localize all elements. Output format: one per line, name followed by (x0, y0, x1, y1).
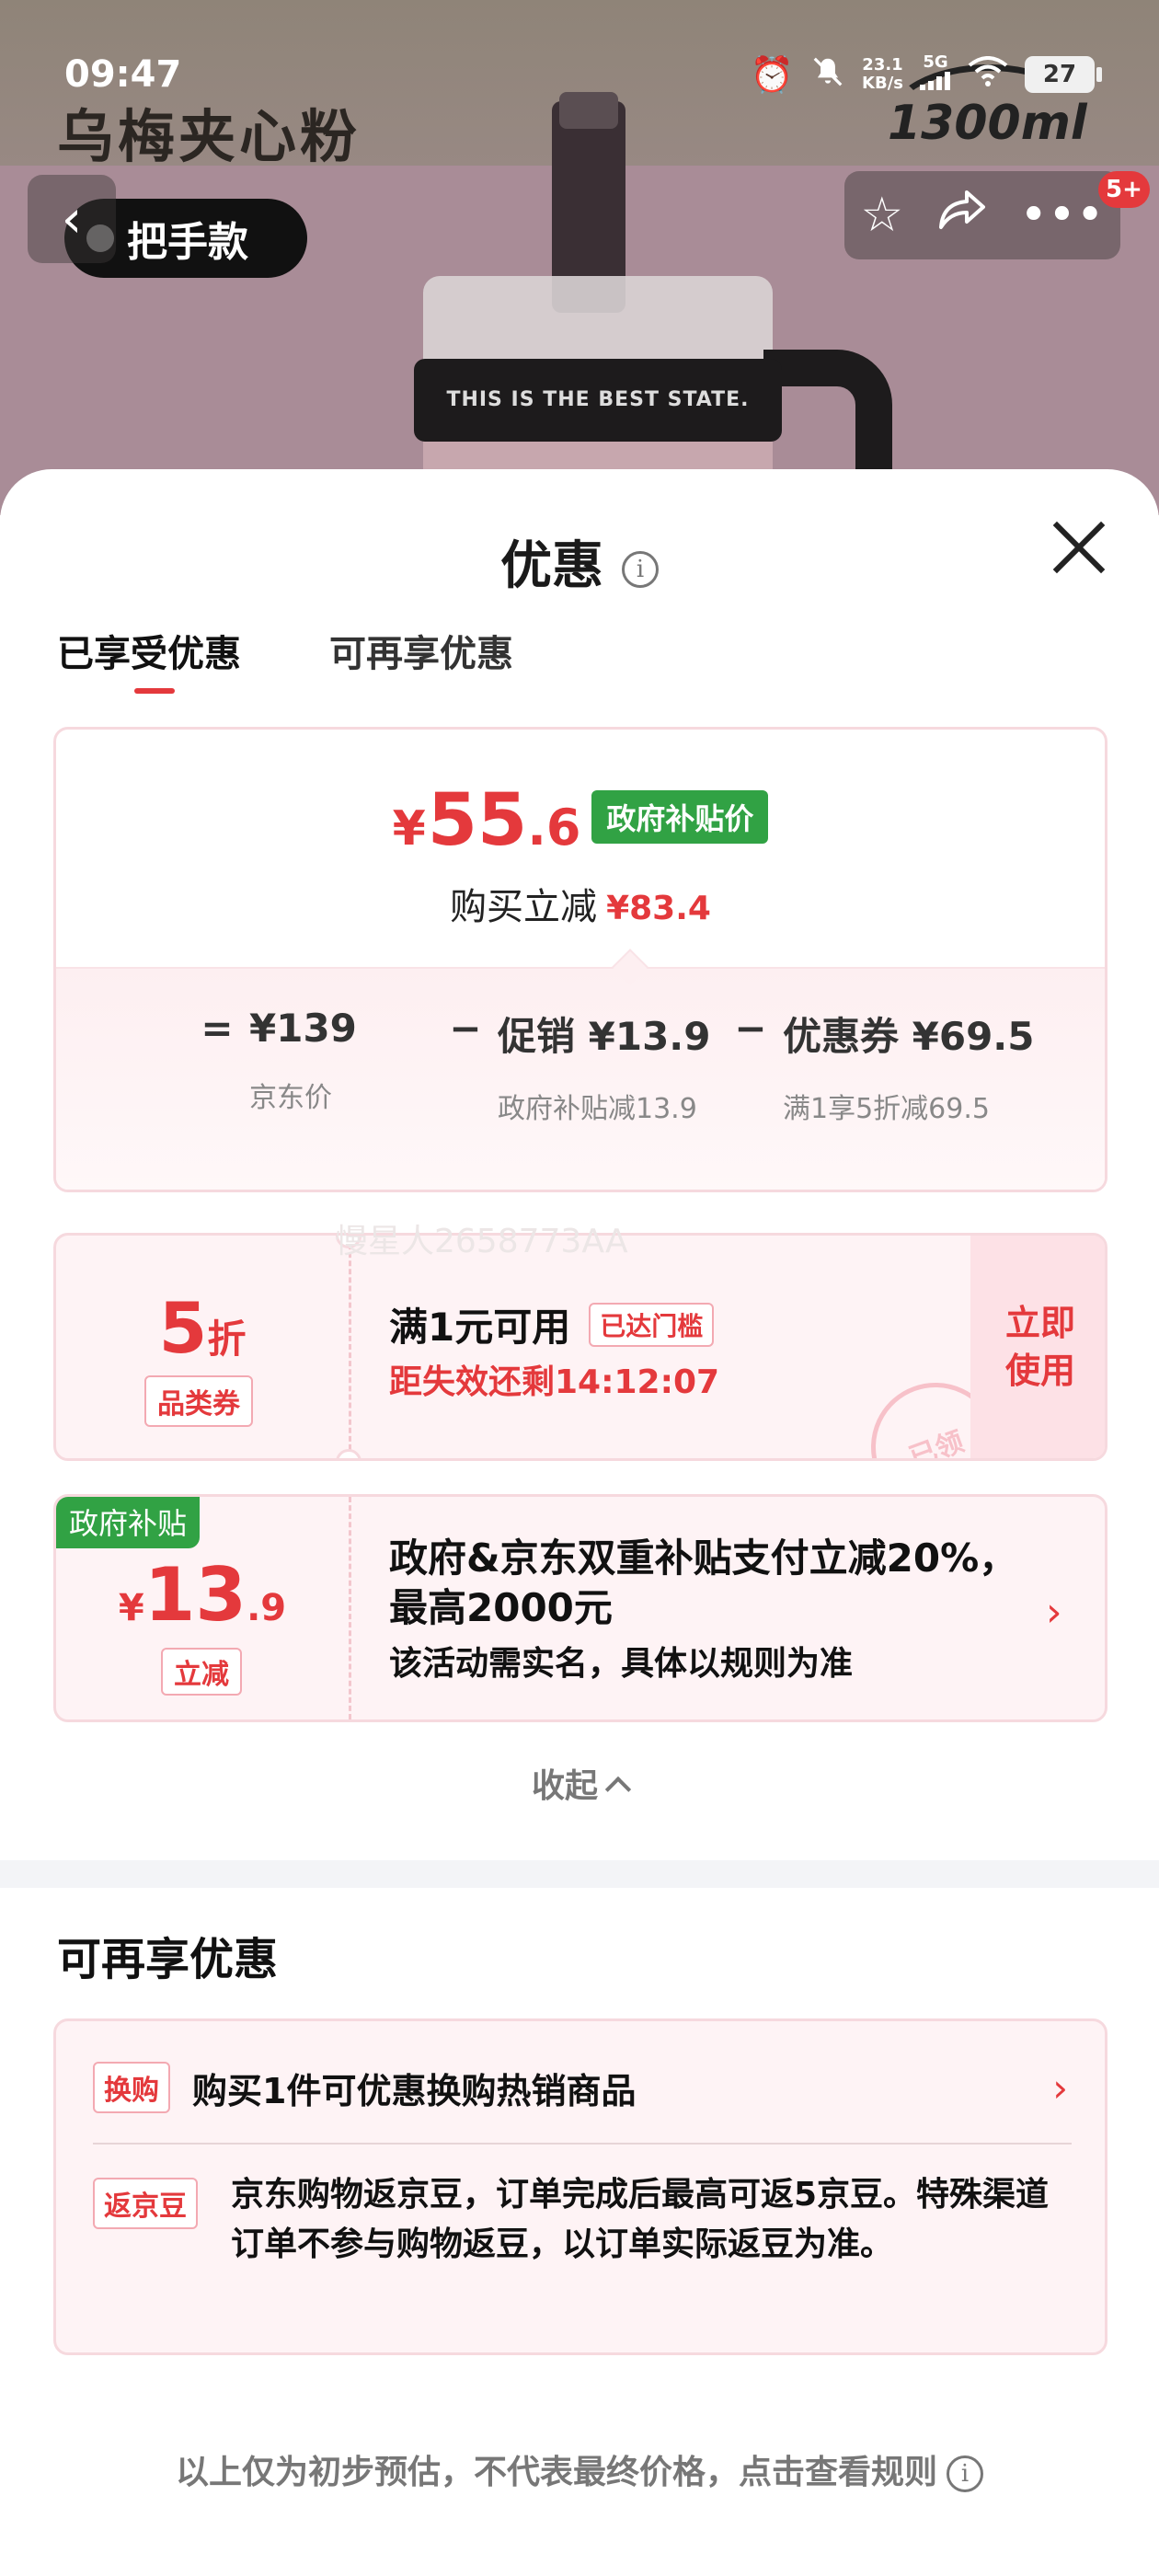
coupon-condition: 满1元可用 已达门槛 (389, 1296, 715, 1352)
handle-style-label: 把手款 (127, 219, 248, 266)
coupon-expiry: 距失效还剩14:12:07 (389, 1363, 720, 1401)
condition-text: 满1元可用 (389, 1305, 571, 1350)
chevron-right-icon: › (1046, 1589, 1062, 1636)
coupon-divider (349, 1236, 351, 1458)
back-button[interactable]: ‹ (28, 175, 116, 263)
star-icon[interactable]: ☆ (861, 188, 904, 243)
use-now-label: 立即使用 (1004, 1303, 1075, 1391)
notification-badge: 5+ (1098, 171, 1150, 208)
formula-jd-price: ¥139 京东价 (249, 1006, 433, 1119)
close-button[interactable] (1049, 517, 1109, 578)
jd-price-label: 京东价 (249, 1082, 332, 1114)
section-divider (0, 1860, 1159, 1888)
formula-coupon: 优惠券 ¥69.5 满1享5折减69.5 (783, 1006, 1059, 1130)
coupon-value: 优惠券 ¥69.5 (783, 1014, 1035, 1059)
wifi-icon (968, 55, 1008, 93)
footer-note: 以上仅为初步预估，不代表最终价格，点击查看规则 (175, 2454, 937, 2491)
formula-minus-1: − (449, 1006, 482, 1051)
speed-unit: KB/s (862, 73, 903, 93)
formula-promo: 促销 ¥13.9 政府补贴减13.9 (498, 1006, 718, 1130)
sheet-title: 优惠 (500, 536, 603, 596)
subsidy-currency: ¥ (118, 1587, 144, 1629)
discount-sheet: 优惠 i 已享受优惠 可再享优惠 ¥ 55 .6 政府补贴价 购买立减 ¥83.4 … (0, 469, 1159, 2576)
price-breakdown-card: ¥ 55 .6 政府补贴价 购买立减 ¥83.4 = ¥139 京东价 − 促销 … (53, 727, 1107, 1192)
status-icons: ⏰ 23.1 KB/s 5G 27 (750, 53, 1102, 95)
subsidy-integer: 13 (143, 1552, 247, 1638)
mute-bell-icon (810, 54, 845, 95)
tumbler-ring-text: THIS IS THE BEST STATE. (414, 359, 782, 442)
status-time: 09:47 (64, 53, 182, 96)
collapse-button[interactable]: 收起 (0, 1759, 1159, 1807)
instant-reduce-tag: 立减 (161, 1648, 242, 1696)
subsidy-fraction: .9 (247, 1587, 287, 1629)
formula-equals: = (201, 1006, 234, 1051)
chevron-right-icon: › (1052, 2064, 1068, 2110)
subsidy-amount: ¥13.9 (56, 1552, 349, 1638)
discount-number: 5 (158, 1287, 208, 1369)
total-reduction: 购买立减 ¥83.4 (56, 877, 1105, 930)
network-speed: 23.1 KB/s (862, 54, 903, 93)
speed-value: 23.1 (862, 54, 903, 75)
gov-subsidy-card[interactable]: ¥13.9 立减 政府补贴 政府&京东双重补贴支付立减20%，最高2000元 该… (53, 1494, 1107, 1722)
final-price: ¥ 55 .6 政府补贴价 (56, 785, 1105, 857)
tab-enjoyed[interactable]: 已享受优惠 (57, 624, 241, 694)
alarm-icon: ⏰ (750, 53, 795, 95)
tab-available[interactable]: 可再享优惠 (329, 624, 513, 677)
offer-divider (93, 2143, 1072, 2145)
more-offers-title: 可再享优惠 (57, 1934, 279, 1985)
jd-price-value: ¥139 (249, 1006, 357, 1051)
network-type: 5G (923, 52, 948, 72)
category-coupon-card: 5折 品类券 满1元可用 已达门槛 距失效还剩14:12:07 已领 立即使用 (53, 1233, 1107, 1461)
gov-subsidy-label: 政府补贴 (56, 1497, 201, 1548)
trade-in-offer[interactable]: 换购 购买1件可优惠换购热销商品 › (93, 2062, 1068, 2113)
tumbler-illustration: THIS IS THE BEST STATE. (386, 74, 892, 515)
subsidy-note: 该活动需实名，具体以规则为准 (389, 1645, 854, 1683)
battery-icon: 27 (1025, 55, 1102, 93)
info-icon: i (947, 2455, 983, 2492)
promo-label: 政府补贴减13.9 (498, 1093, 697, 1125)
use-now-button[interactable]: 立即使用 (970, 1236, 1105, 1458)
jd-bean-chip: 返京豆 (93, 2178, 198, 2229)
status-bar: 09:47 ⏰ 23.1 KB/s 5G 27 (0, 0, 1159, 110)
price-fraction: .6 (527, 799, 581, 857)
discount-unit: 折 (207, 1317, 247, 1362)
coupon-label: 满1享5折减69.5 (783, 1093, 990, 1125)
subsidy-divider (349, 1497, 351, 1719)
jd-bean-text: 京东购物返京豆，订单完成后最高可返5京豆。特殊渠道订单不参与购物返豆，以订单实际… (231, 2176, 1050, 2263)
price-currency: ¥ (392, 801, 426, 857)
discount-tabs: 已享受优惠 可再享优惠 (57, 624, 513, 694)
reduction-amount: ¥83.4 (606, 890, 711, 927)
chevron-up-icon (604, 1776, 632, 1803)
threshold-reached-tag: 已达门槛 (589, 1302, 715, 1347)
trade-in-chip: 换购 (93, 2062, 170, 2113)
sheet-header: 优惠 i (0, 524, 1159, 599)
rules-link[interactable]: 以上仅为初步预估，不代表最终价格，点击查看规则 i (0, 2445, 1159, 2493)
more-offers-card: 换购 购买1件可优惠换购热销商品 › 返京豆 京东购物返京豆，订单完成后最高可返… (53, 2018, 1107, 2355)
price-formula: = ¥139 京东价 − 促销 ¥13.9 政府补贴减13.9 − 优惠券 ¥6… (185, 1006, 1059, 1130)
coupon-discount: 5折 (56, 1287, 349, 1369)
cell-signal-icon: 5G (920, 53, 951, 95)
subsidy-description: 政府&京东双重补贴支付立减20%，最高2000元 (389, 1535, 1018, 1630)
info-icon[interactable]: i (622, 550, 659, 588)
gov-price-tag: 政府补贴价 (591, 790, 769, 844)
collapse-label: 收起 (531, 1767, 598, 1805)
share-icon[interactable] (935, 187, 987, 245)
reduction-label: 购买立减 (450, 886, 598, 928)
user-watermark: 慢星人2658773AA (335, 1223, 628, 1260)
price-integer: 55 (427, 779, 528, 862)
formula-minus-2: − (734, 1006, 767, 1051)
chevron-left-icon: ‹ (61, 189, 83, 249)
more-icon[interactable]: ••• (1019, 188, 1104, 243)
trade-in-text: 购买1件可优惠换购热销商品 (192, 2070, 637, 2111)
coupon-value-panel: 5折 品类券 (56, 1236, 349, 1458)
header-actions: ☆ ••• (844, 171, 1120, 259)
category-coupon-tag: 品类券 (144, 1375, 253, 1427)
promo-value: 促销 ¥13.9 (498, 1014, 711, 1059)
